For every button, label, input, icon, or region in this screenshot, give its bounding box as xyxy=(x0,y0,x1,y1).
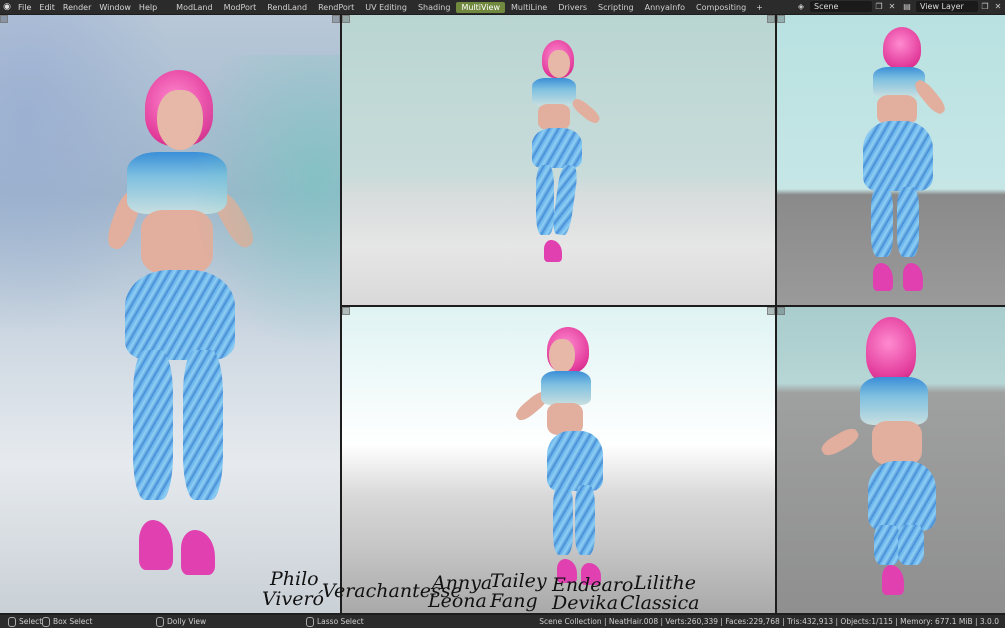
scene-icon[interactable]: ◈ xyxy=(796,2,806,12)
mouse-middle-icon xyxy=(156,616,164,627)
add-workspace-button[interactable]: + xyxy=(752,3,767,12)
status-box-select: Box Select xyxy=(42,616,92,627)
tab-modport[interactable]: ModPort xyxy=(219,2,262,13)
view-layer-icon[interactable]: ▤ xyxy=(902,2,912,12)
status-lasso-select: Lasso Select xyxy=(306,616,364,627)
name-leona: Leona xyxy=(428,590,487,612)
character-figure xyxy=(857,27,949,297)
name-tailey: Tailey xyxy=(490,570,547,592)
name-fang: Fang xyxy=(490,590,538,612)
scene-stats: Scene Collection | NeatHair.008 | Verts:… xyxy=(539,617,999,626)
status-select: Select xyxy=(8,616,42,627)
copy-icon[interactable]: ❐ xyxy=(980,2,990,12)
name-philo: Philo xyxy=(270,568,319,590)
viewport-back-angle[interactable] xyxy=(777,307,1005,613)
name-viviro: Viveró xyxy=(262,588,324,610)
tab-multiview[interactable]: MultiView xyxy=(456,1,505,13)
blender-logo-icon[interactable]: ◉ xyxy=(0,0,14,14)
tab-drivers[interactable]: Drivers xyxy=(553,2,592,13)
name-classica: Classica xyxy=(620,592,700,614)
character-figure xyxy=(818,317,942,602)
character-figure xyxy=(103,70,265,590)
area-corner-handle[interactable] xyxy=(342,307,350,315)
status-dolly-view: Dolly View xyxy=(156,616,206,627)
tab-annyainfo[interactable]: AnnyaInfo xyxy=(640,2,690,13)
area-corner-handle[interactable] xyxy=(342,15,350,23)
character-names-overlay: Philo Viveró Verachantesse Annya Leona T… xyxy=(250,568,710,618)
character-figure xyxy=(512,327,617,587)
name-devika: Devika xyxy=(552,592,619,614)
tab-multiline[interactable]: MultiLine xyxy=(506,2,552,13)
tab-compositing[interactable]: Compositing xyxy=(691,2,751,13)
close-icon[interactable]: ✕ xyxy=(887,2,897,12)
tab-rendland[interactable]: RendLand xyxy=(262,2,312,13)
copy-icon[interactable]: ❐ xyxy=(874,2,884,12)
menu-help[interactable]: Help xyxy=(135,3,161,12)
tab-modland[interactable]: ModLand xyxy=(171,2,217,13)
area-corner-handle[interactable] xyxy=(0,15,8,23)
name-lilithe: Lilithe xyxy=(634,572,696,594)
viewport-front-wide[interactable] xyxy=(342,15,775,305)
close-icon[interactable]: ✕ xyxy=(993,2,1003,12)
area-corner-handle[interactable] xyxy=(777,15,785,23)
menu-edit[interactable]: Edit xyxy=(35,3,59,12)
status-bar: Select Box Select Dolly View Lasso Selec… xyxy=(0,615,1005,628)
menu-render[interactable]: Render xyxy=(59,3,95,12)
top-bar: ◉ File Edit Render Window Help ModLand M… xyxy=(0,0,1005,14)
view-layer-label: View Layer xyxy=(920,2,964,11)
view-layer-selector[interactable]: View Layer xyxy=(916,1,978,12)
mouse-drag-icon xyxy=(42,616,50,627)
area-corner-handle[interactable] xyxy=(777,307,785,315)
area-corner-handle[interactable] xyxy=(767,15,775,23)
mouse-right-icon xyxy=(306,616,314,627)
tab-uv-editing[interactable]: UV Editing xyxy=(360,2,412,13)
tab-scripting[interactable]: Scripting xyxy=(593,2,639,13)
menu-file[interactable]: File xyxy=(14,3,35,12)
scene-label: Scene xyxy=(814,2,839,11)
menu-window[interactable]: Window xyxy=(95,3,135,12)
mouse-left-icon xyxy=(8,616,16,627)
viewport-back[interactable] xyxy=(777,15,1005,305)
area-corner-handle[interactable] xyxy=(767,307,775,315)
area-corner-handle[interactable] xyxy=(332,15,340,23)
viewport-render-front[interactable] xyxy=(0,15,340,613)
tab-shading[interactable]: Shading xyxy=(413,2,456,13)
scene-selector[interactable]: Scene xyxy=(810,1,872,12)
character-figure xyxy=(522,40,603,270)
tab-rendport[interactable]: RendPort xyxy=(313,2,359,13)
